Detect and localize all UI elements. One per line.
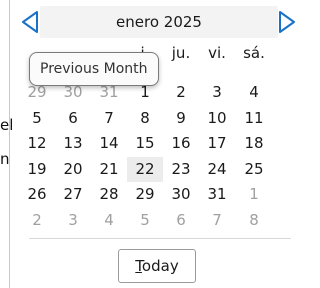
day-cell[interactable]: 18	[236, 131, 272, 156]
background-window-edge: el n	[0, 0, 18, 288]
day-cell[interactable]: 25	[236, 157, 272, 182]
day-cell[interactable]: 19	[19, 157, 55, 182]
day-cell[interactable]: 8	[127, 106, 163, 131]
day-cell-adjacent-month[interactable]: 1	[236, 182, 272, 207]
day-cell[interactable]: 20	[55, 157, 91, 182]
day-cell[interactable]: 4	[236, 80, 272, 105]
month-year-label[interactable]: enero 2025	[40, 6, 278, 38]
day-cell-adjacent-month[interactable]: 8	[236, 208, 272, 233]
day-cell[interactable]: 26	[19, 182, 55, 207]
day-cell[interactable]: 11	[236, 106, 272, 131]
day-cell[interactable]: 12	[19, 131, 55, 156]
day-cell[interactable]: 6	[55, 106, 91, 131]
day-cell[interactable]: 9	[163, 106, 199, 131]
background-text-fragment: n	[0, 150, 10, 168]
day-cell-adjacent-month[interactable]: 5	[127, 208, 163, 233]
day-cell[interactable]: 10	[199, 106, 235, 131]
footer-divider	[29, 238, 291, 239]
day-cell[interactable]: 23	[163, 157, 199, 182]
day-cell-today[interactable]: 22	[127, 156, 163, 182]
day-cell-adjacent-month[interactable]: 3	[55, 208, 91, 233]
day-cell[interactable]: 29	[127, 182, 163, 207]
day-cell[interactable]: 5	[19, 106, 55, 131]
day-cell-adjacent-month[interactable]: 7	[199, 208, 235, 233]
day-cell[interactable]: 31	[199, 182, 235, 207]
day-cell[interactable]: 14	[91, 131, 127, 156]
day-cell[interactable]: 28	[91, 182, 127, 207]
day-cell-adjacent-month[interactable]: 2	[19, 208, 55, 233]
today-button-mnemonic: T	[135, 257, 142, 275]
weekday-header: ju.	[171, 44, 191, 62]
weekday-header: sá.	[243, 44, 265, 62]
day-cell-adjacent-month[interactable]: 4	[91, 208, 127, 233]
today-button[interactable]: Today	[118, 249, 196, 283]
day-cell[interactable]: 27	[55, 182, 91, 207]
day-cell[interactable]: 13	[55, 131, 91, 156]
previous-month-button[interactable]	[18, 8, 42, 36]
triangle-left-icon	[22, 11, 38, 33]
window-divider	[9, 0, 10, 288]
previous-month-tooltip: Previous Month	[29, 52, 159, 86]
background-text-fragment: el	[0, 116, 14, 134]
day-cell[interactable]: 15	[127, 131, 163, 156]
today-button-label: oday	[141, 257, 179, 275]
day-cell[interactable]: 24	[199, 157, 235, 182]
day-cell[interactable]: 21	[91, 157, 127, 182]
weekday-header: vi.	[208, 44, 226, 62]
day-cell[interactable]: 16	[163, 131, 199, 156]
next-month-button[interactable]	[275, 8, 299, 36]
day-cell[interactable]: 17	[199, 131, 235, 156]
calendar-header: enero 2025	[18, 4, 299, 38]
day-cell[interactable]: 30	[163, 182, 199, 207]
day-cell[interactable]: 3	[199, 80, 235, 105]
triangle-right-icon	[279, 11, 295, 33]
day-cell-adjacent-month[interactable]: 6	[163, 208, 199, 233]
day-cell[interactable]: 7	[91, 106, 127, 131]
day-cell[interactable]: 2	[163, 80, 199, 105]
calendar-popup: enero 2025 i.ju.vi.sá.293031123456789101…	[18, 0, 299, 288]
